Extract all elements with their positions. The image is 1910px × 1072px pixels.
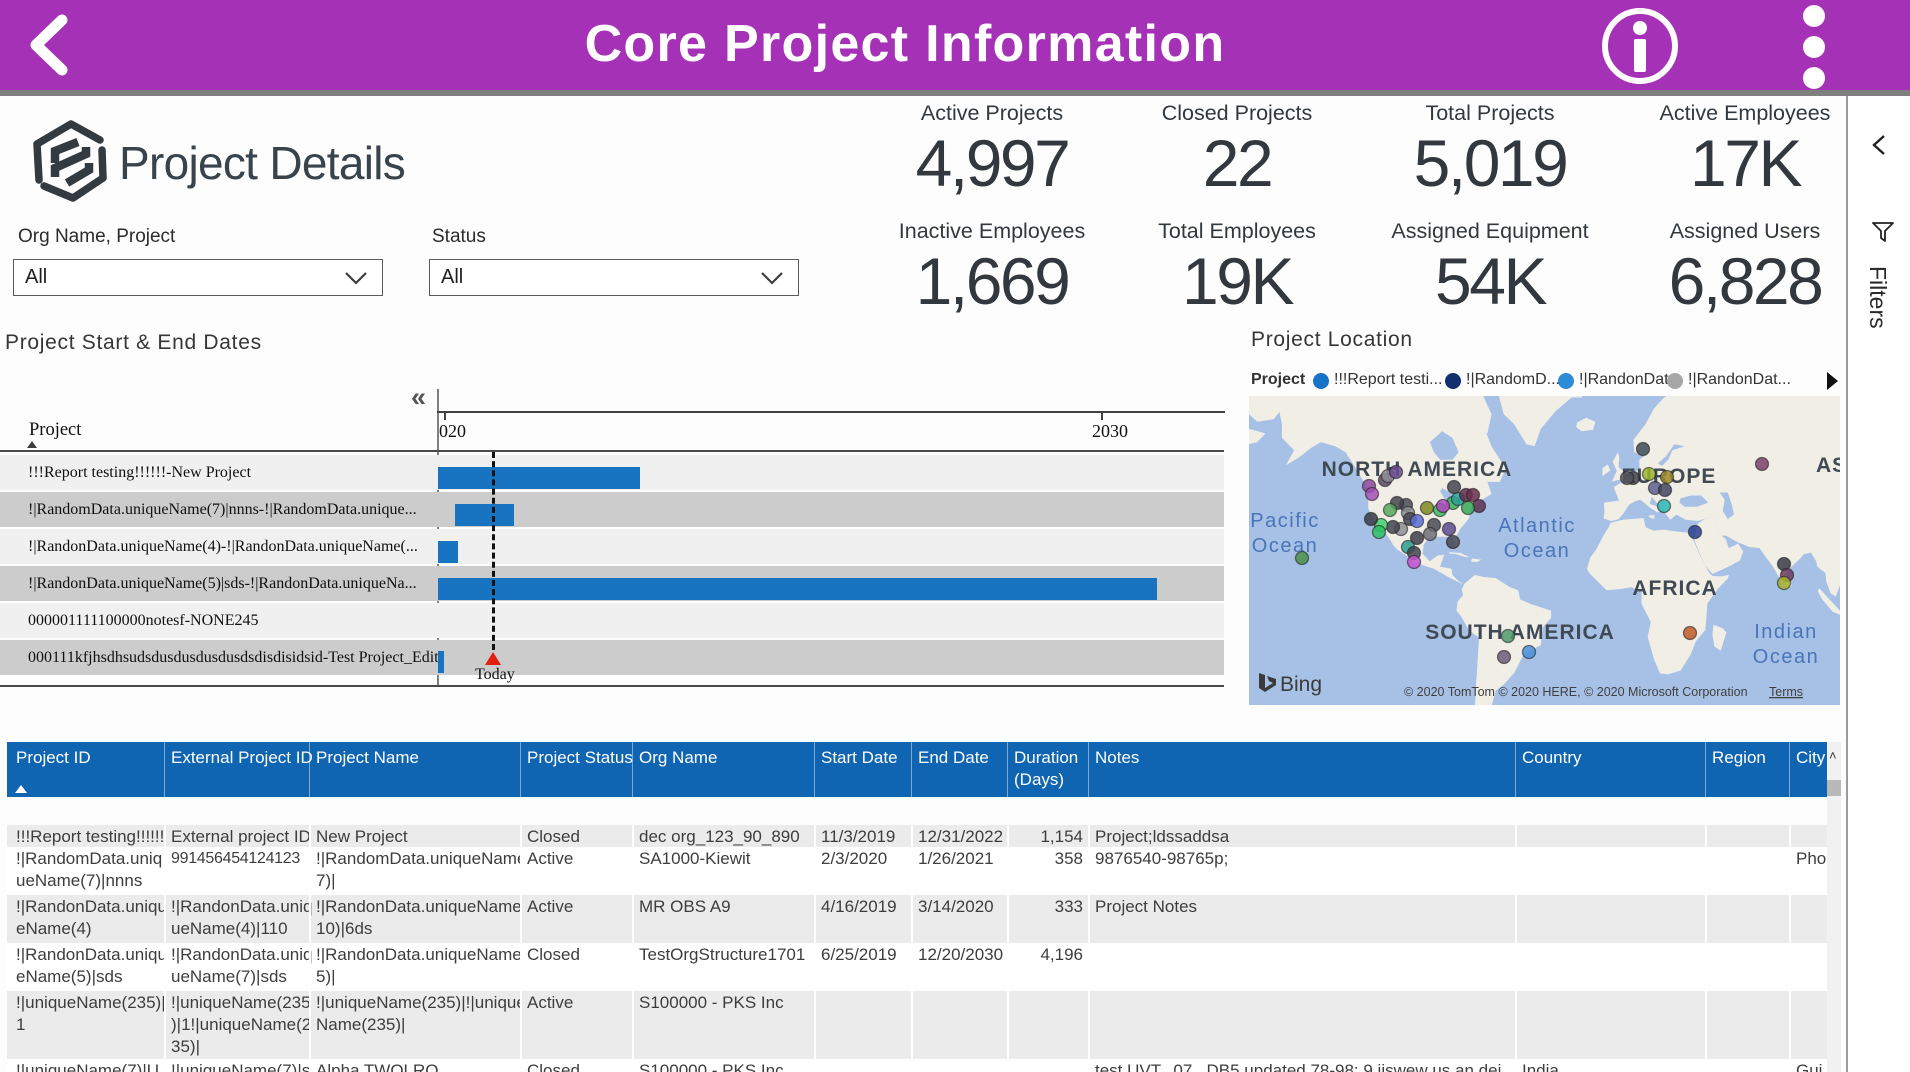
svg-text:Indian: Indian [1754,621,1818,643]
svg-text:Ocean: Ocean [1753,646,1819,668]
svg-text:NORTH AMERICA: NORTH AMERICA [1322,458,1513,481]
svg-text:Terms: Terms [1769,685,1803,699]
svg-text:AS: AS [1816,454,1840,477]
svg-text:Pacific: Pacific [1250,510,1319,532]
svg-text:AFRICA: AFRICA [1632,577,1717,600]
svg-text:Ocean: Ocean [1504,540,1570,562]
svg-text:SOUTH AMERICA: SOUTH AMERICA [1425,621,1615,644]
svg-text:Atlantic: Atlantic [1498,515,1576,537]
svg-text:Ocean: Ocean [1252,535,1318,557]
svg-text:© 2020 TomTom © 2020 HERE, © 2: © 2020 TomTom © 2020 HERE, © 2020 Micros… [1404,685,1748,699]
svg-text:Bing: Bing [1280,673,1322,696]
